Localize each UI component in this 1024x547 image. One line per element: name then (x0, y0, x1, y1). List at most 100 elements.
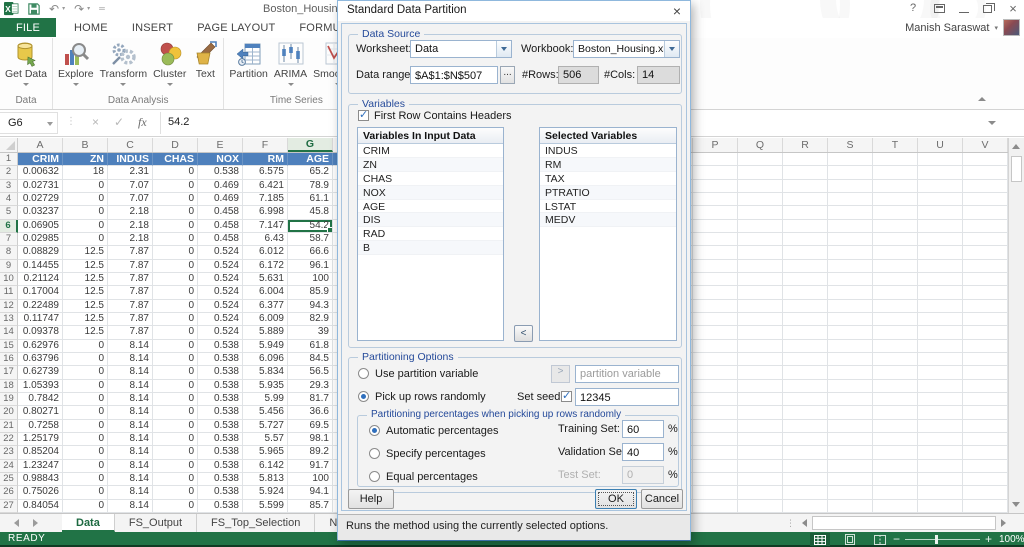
cell[interactable]: 0.458 (198, 220, 243, 233)
cell[interactable] (783, 180, 828, 193)
cell[interactable] (918, 486, 963, 499)
cell[interactable]: 0 (63, 193, 108, 206)
column-header-G[interactable]: G (288, 138, 333, 152)
cell[interactable] (828, 473, 873, 486)
row-header-26[interactable]: 26 (0, 486, 18, 499)
cell[interactable] (963, 313, 1008, 326)
seed-input[interactable] (575, 388, 679, 406)
cell[interactable] (828, 233, 873, 246)
cell[interactable]: 0.524 (198, 273, 243, 286)
cell[interactable]: 0 (153, 246, 198, 259)
cell[interactable] (828, 353, 873, 366)
row-header-24[interactable]: 24 (0, 460, 18, 473)
cell[interactable]: 0.538 (198, 446, 243, 459)
cell[interactable] (963, 420, 1008, 433)
cell[interactable] (738, 353, 783, 366)
cell[interactable]: 2.18 (108, 206, 153, 219)
column-header-E[interactable]: E (198, 138, 243, 152)
cell[interactable] (918, 286, 963, 299)
page-layout-view-icon[interactable] (840, 533, 860, 546)
cell[interactable] (963, 340, 1008, 353)
row-header-5[interactable]: 5 (0, 206, 18, 219)
row-header-18[interactable]: 18 (0, 380, 18, 393)
cell[interactable] (963, 193, 1008, 206)
cell[interactable] (693, 153, 738, 166)
selected-variables-list[interactable]: Selected Variables INDUSRMTAXPTRATIOLSTA… (539, 127, 677, 341)
cell[interactable] (783, 286, 828, 299)
cell[interactable]: 56.5 (288, 366, 333, 379)
cell[interactable]: 0.524 (198, 300, 243, 313)
name-box[interactable]: G6 (0, 112, 58, 134)
automatic-percentages-radio[interactable] (369, 425, 380, 436)
cell[interactable]: 100 (288, 473, 333, 486)
cell[interactable] (738, 166, 783, 179)
cancel-button[interactable]: Cancel (641, 489, 683, 509)
cell[interactable] (918, 153, 963, 166)
cell[interactable] (963, 153, 1008, 166)
input-variable-item[interactable]: CHAS (358, 172, 503, 186)
column-header-D[interactable]: D (153, 138, 198, 152)
cell[interactable]: 0 (153, 366, 198, 379)
training-set-input[interactable] (622, 420, 664, 438)
cell[interactable]: 0.458 (198, 233, 243, 246)
cell[interactable] (783, 500, 828, 513)
cell[interactable] (873, 286, 918, 299)
ribbon-tab-insert[interactable]: INSERT (120, 18, 185, 37)
cell[interactable] (828, 460, 873, 473)
cell[interactable]: 81.7 (288, 393, 333, 406)
cell[interactable] (918, 500, 963, 513)
row-header-12[interactable]: 12 (0, 300, 18, 313)
cell[interactable] (828, 500, 873, 513)
cell[interactable] (738, 366, 783, 379)
cell[interactable] (693, 380, 738, 393)
cell[interactable] (693, 246, 738, 259)
cell[interactable]: 65.2 (288, 166, 333, 179)
cell[interactable] (828, 340, 873, 353)
cell[interactable] (693, 326, 738, 339)
cell[interactable]: 0.75026 (18, 486, 63, 499)
column-header-Q[interactable]: Q (738, 138, 783, 152)
cell[interactable] (828, 206, 873, 219)
cell[interactable] (738, 260, 783, 273)
cell[interactable] (873, 313, 918, 326)
restore-icon[interactable] (983, 5, 992, 13)
explore-button[interactable]: Explore (55, 40, 97, 87)
text-button[interactable]: Text (189, 40, 221, 81)
cell[interactable]: 0.21124 (18, 273, 63, 286)
cell[interactable]: 0 (153, 473, 198, 486)
cell[interactable] (738, 473, 783, 486)
cell[interactable]: 8.14 (108, 433, 153, 446)
cell[interactable]: 0 (153, 260, 198, 273)
cell[interactable]: 0 (153, 460, 198, 473)
cell[interactable]: 1.23247 (18, 460, 63, 473)
cell[interactable] (828, 393, 873, 406)
cell[interactable]: 0 (63, 460, 108, 473)
column-header-P[interactable]: P (693, 138, 738, 152)
cell[interactable]: 29.3 (288, 380, 333, 393)
zoom-slider-track[interactable] (905, 539, 980, 540)
cell[interactable]: 0.84054 (18, 500, 63, 513)
cell[interactable]: 0 (153, 446, 198, 459)
cell[interactable]: 0 (153, 180, 198, 193)
cell[interactable]: 7.87 (108, 326, 153, 339)
cell[interactable]: 8.14 (108, 366, 153, 379)
dropdown-arrow-icon[interactable] (120, 83, 126, 86)
cell[interactable] (828, 313, 873, 326)
cell[interactable]: 0 (153, 300, 198, 313)
data-range-input[interactable] (410, 66, 498, 84)
ribbon-tab-home[interactable]: HOME (62, 18, 120, 37)
cell[interactable] (918, 366, 963, 379)
cell[interactable] (783, 473, 828, 486)
cell[interactable]: 5.889 (243, 326, 288, 339)
cell[interactable]: 12.5 (63, 300, 108, 313)
cell[interactable] (783, 460, 828, 473)
cell[interactable]: 69.5 (288, 420, 333, 433)
cell[interactable]: 94.3 (288, 300, 333, 313)
cell[interactable] (963, 326, 1008, 339)
cell[interactable]: 36.6 (288, 406, 333, 419)
cell[interactable] (828, 326, 873, 339)
cell[interactable]: 0.02729 (18, 193, 63, 206)
cell[interactable]: 0.63796 (18, 353, 63, 366)
cell[interactable] (918, 473, 963, 486)
cell[interactable]: INDUS (108, 153, 153, 166)
